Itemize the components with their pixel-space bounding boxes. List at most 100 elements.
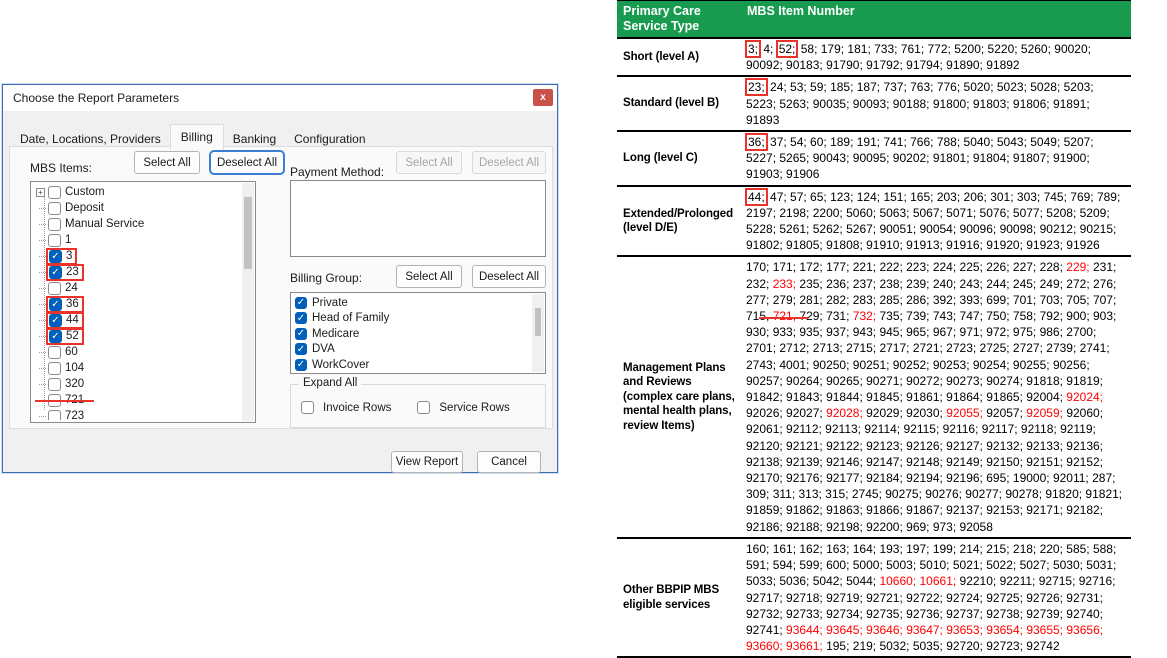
tree-connector xyxy=(39,208,46,209)
billing-group-scrollbar[interactable] xyxy=(532,294,544,372)
mbs-scrollbar[interactable] xyxy=(242,183,254,421)
payment-method-label: Payment Method: xyxy=(290,165,384,179)
tree-item[interactable]: Manual Service xyxy=(35,216,241,232)
checkbox-checked[interactable]: ✓ xyxy=(295,359,307,371)
table-row: Management Plans and Reviews (complex ca… xyxy=(617,257,1131,538)
checkbox[interactable] xyxy=(48,202,61,215)
payment-select-all-button[interactable]: Select All xyxy=(396,151,462,174)
red-highlighted-item: 93646; xyxy=(866,623,903,637)
billing-group-scrollbar-thumb[interactable] xyxy=(535,308,541,336)
tree-item[interactable]: 1 xyxy=(35,232,241,248)
tree-connector xyxy=(39,256,46,257)
red-annotation-box: ✓23 xyxy=(46,264,84,281)
expand-option[interactable]: Service Rows xyxy=(417,401,509,414)
checkbox[interactable] xyxy=(48,234,61,247)
mbs-item-table: Primary Care Service Type MBS Item Numbe… xyxy=(617,0,1131,658)
checkbox-checked[interactable]: ✓ xyxy=(295,297,307,309)
view-report-button[interactable]: View Report xyxy=(391,451,463,473)
checkbox[interactable] xyxy=(48,218,61,231)
checkbox-checked[interactable]: ✓ xyxy=(49,266,62,279)
mbs-deselect-all-button[interactable]: Deselect All xyxy=(210,151,284,174)
billing-group-item-label: WorkCover xyxy=(312,359,369,371)
checkbox-checked[interactable]: ✓ xyxy=(49,298,62,311)
report-parameters-dialog: Choose the Report Parameters x Date, Loc… xyxy=(2,84,558,473)
red-highlighted-item: 93647; xyxy=(906,623,943,637)
red-annotation-box: ✓44 xyxy=(46,312,84,329)
red-highlighted-item: 93660; xyxy=(746,639,783,653)
red-highlighted-item: 229; xyxy=(1066,260,1089,274)
checkbox[interactable] xyxy=(417,401,430,414)
checkbox[interactable] xyxy=(48,378,61,391)
billing-group-item[interactable]: ✓Private xyxy=(295,295,531,311)
checkbox-checked[interactable]: ✓ xyxy=(295,328,307,340)
billing-group-item[interactable]: ✓Medicare xyxy=(295,326,531,342)
tree-item[interactable]: ✓ 52 xyxy=(35,328,241,344)
mbs-select-all-button[interactable]: Select All xyxy=(134,151,200,174)
checkbox[interactable] xyxy=(48,282,61,295)
tree-item-label: 60 xyxy=(65,346,78,358)
table-header-service-type: Primary Care Service Type xyxy=(617,1,741,37)
expand-option[interactable]: Invoice Rows xyxy=(301,401,391,414)
table-header-item-number: MBS Item Number xyxy=(741,1,1131,37)
tree-item[interactable]: ✓44 xyxy=(35,312,241,328)
checkbox-checked[interactable]: ✓ xyxy=(295,312,307,324)
billing-group-listbox[interactable]: ✓Private✓Head of Family✓Medicare✓DVA✓Wor… xyxy=(290,292,546,374)
checkbox[interactable] xyxy=(48,410,61,421)
checkbox[interactable] xyxy=(48,346,61,359)
table-row: Other BBPIP MBS eligible services 160; 1… xyxy=(617,539,1131,658)
checkbox[interactable] xyxy=(301,401,314,414)
tree-item[interactable]: 60 xyxy=(35,344,241,360)
service-type-cell: Other BBPIP MBS eligible services xyxy=(617,539,741,656)
checkbox-checked[interactable]: ✓ xyxy=(49,314,62,327)
checkbox-checked[interactable]: ✓ xyxy=(49,330,62,343)
tree-item-label: 1 xyxy=(65,234,71,246)
payment-deselect-all-button[interactable]: Deselect All xyxy=(472,151,546,174)
red-highlighted-item: 93655; xyxy=(1026,623,1063,637)
tree-connector xyxy=(39,416,46,417)
service-type-cell: Short (level A) xyxy=(617,39,741,75)
tree-connector xyxy=(39,336,46,337)
tree-item[interactable]: +Custom xyxy=(35,184,241,200)
item-numbers-cell: 160; 161; 162; 163; 164; 193; 197; 199; … xyxy=(741,539,1131,656)
checkbox-checked[interactable]: ✓ xyxy=(49,250,62,263)
dialog-titlebar[interactable]: Choose the Report Parameters x xyxy=(3,85,557,111)
tree-item[interactable]: 723 xyxy=(35,408,241,420)
billing-group-item[interactable]: ✓Head of Family xyxy=(295,311,531,327)
payment-method-listbox[interactable] xyxy=(290,180,546,257)
tree-connector xyxy=(39,352,46,353)
tree-item[interactable]: ✓36 xyxy=(35,296,241,312)
billing-group-item[interactable]: ✓ DVA xyxy=(295,342,531,358)
red-strikethrough-item: 721, xyxy=(773,309,796,323)
mbs-scrollbar-thumb[interactable] xyxy=(244,197,252,269)
tree-item[interactable]: 320 xyxy=(35,376,241,392)
red-annotation-box: 44; xyxy=(745,188,768,206)
red-highlighted-item: 93661; xyxy=(786,639,823,653)
tree-item[interactable]: ✓23 xyxy=(35,264,241,280)
tree-item[interactable]: ✓3 xyxy=(35,248,241,264)
close-icon[interactable]: x xyxy=(533,89,553,106)
tree-item[interactable]: 24 xyxy=(35,280,241,296)
tree-expand-icon[interactable]: + xyxy=(36,188,45,197)
billing-group-list: ✓Private✓Head of Family✓Medicare✓DVA✓Wor… xyxy=(295,295,531,371)
red-highlighted-item: 93654; xyxy=(986,623,1023,637)
tree-item[interactable]: Deposit xyxy=(35,200,241,216)
checkbox[interactable] xyxy=(48,394,61,407)
checkbox[interactable] xyxy=(48,362,61,375)
tab-billing[interactable]: Billing xyxy=(170,124,224,150)
billing-group-item-label: DVA xyxy=(312,343,335,355)
tree-item-label: 52 xyxy=(66,330,79,342)
service-type-cell: Extended/Prolonged (level D/E) xyxy=(617,187,741,256)
red-annotation-box: 36; xyxy=(745,133,768,151)
tree-connector xyxy=(39,384,46,385)
checkbox-checked[interactable]: ✓ xyxy=(295,343,307,355)
billing-group-deselect-all-button[interactable]: Deselect All xyxy=(472,265,546,288)
cancel-button[interactable]: Cancel xyxy=(477,451,541,473)
tree-item[interactable]: 721 xyxy=(35,392,241,408)
tree-item[interactable]: 104 xyxy=(35,360,241,376)
billing-group-item[interactable]: ✓ WorkCover xyxy=(295,357,531,371)
tree-connector xyxy=(39,304,46,305)
checkbox[interactable] xyxy=(48,186,61,199)
mbs-items-listbox[interactable]: +CustomDepositManual Service1✓3✓2324✓36✓… xyxy=(30,181,256,423)
billing-group-select-all-button[interactable]: Select All xyxy=(396,265,462,288)
table-row: Standard (level B) 23; 24; 53; 59; 185; … xyxy=(617,77,1131,132)
